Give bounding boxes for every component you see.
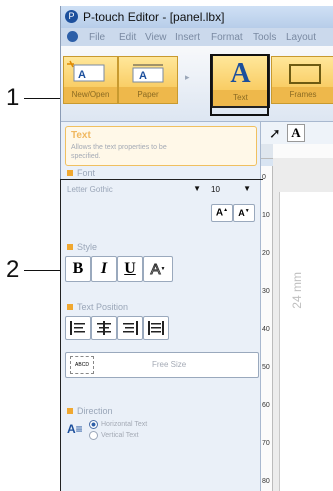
horizontal-ruler: [261, 144, 333, 159]
section-bullet-icon: [67, 170, 73, 176]
ribbon-newopen-label: New/Open: [64, 87, 117, 103]
svg-text:A: A: [139, 70, 147, 82]
font-section-heading: Font: [67, 168, 95, 178]
menu-item-insert[interactable]: Insert: [175, 32, 200, 43]
ruler-tick-label: 60: [262, 402, 270, 409]
ribbon-arrow-icon: ▸: [185, 72, 190, 82]
tooltip-description: Allows the text properties to be specifi…: [71, 144, 167, 160]
ruler-tick-label: 20: [262, 250, 270, 257]
label-paper[interactable]: 24 mm: [279, 192, 333, 491]
menu-item-view[interactable]: View: [145, 32, 167, 43]
frame-icon: [289, 64, 321, 84]
ribbon-paper-button[interactable]: A Paper: [118, 56, 178, 104]
ruler-tick-label: 30: [262, 288, 270, 295]
new-document-icon: A: [67, 60, 105, 82]
menu-bar: File Edit View Insert Format Tools Layou…: [61, 28, 333, 46]
menu-item-tools[interactable]: Tools: [253, 32, 276, 43]
callout-number-2: 2: [6, 256, 20, 283]
ruler-tick-label: 40: [262, 326, 270, 333]
ribbon-paper-label: Paper: [119, 87, 177, 103]
text-tool-small-icon[interactable]: A: [287, 124, 305, 142]
tooltip-title: Text: [71, 130, 91, 141]
text-tooltip-card: Text Allows the text properties to be sp…: [65, 126, 257, 166]
ruler-tick-label: 10: [262, 212, 270, 219]
callout-number-1: 1: [6, 84, 20, 111]
menu-item-layout[interactable]: Layout: [286, 32, 316, 43]
select-arrow-icon[interactable]: ➚: [269, 125, 281, 142]
ribbon-frames-button[interactable]: Frames: [271, 56, 333, 104]
svg-text:A: A: [78, 69, 86, 81]
paper-icon: A: [132, 64, 164, 83]
menu-item-format[interactable]: Format: [211, 32, 243, 43]
label-size-text: 24 mm: [290, 272, 304, 309]
drawing-toolbar: ➚ A: [261, 122, 333, 145]
ruler-corner: [261, 144, 273, 158]
callout-highlight-1: [210, 54, 269, 116]
window-title: P-touch Editor - [panel.lbx]: [83, 10, 225, 24]
layout-canvas[interactable]: 24 mm: [273, 158, 333, 491]
ruler-tick-label: 70: [262, 440, 270, 447]
callout-bracket-2: [60, 179, 263, 491]
ruler-tick-label: 80: [262, 478, 270, 485]
font-heading-label: Font: [77, 168, 96, 178]
ribbon-newopen-button[interactable]: A New/Open: [63, 56, 118, 104]
app-menu-icon[interactable]: [67, 31, 78, 42]
ribbon-toolbar: A New/Open A Paper ▸ A Text Frames: [61, 46, 333, 122]
callout-line-2: [24, 270, 64, 271]
menu-item-edit[interactable]: Edit: [119, 32, 136, 43]
title-bar: P P-touch Editor - [panel.lbx]: [61, 6, 333, 28]
menu-item-file[interactable]: File: [89, 32, 105, 43]
ruler-tick-label: 50: [262, 364, 270, 371]
app-logo-icon: P: [65, 10, 78, 23]
ribbon-frames-label: Frames: [272, 87, 333, 103]
